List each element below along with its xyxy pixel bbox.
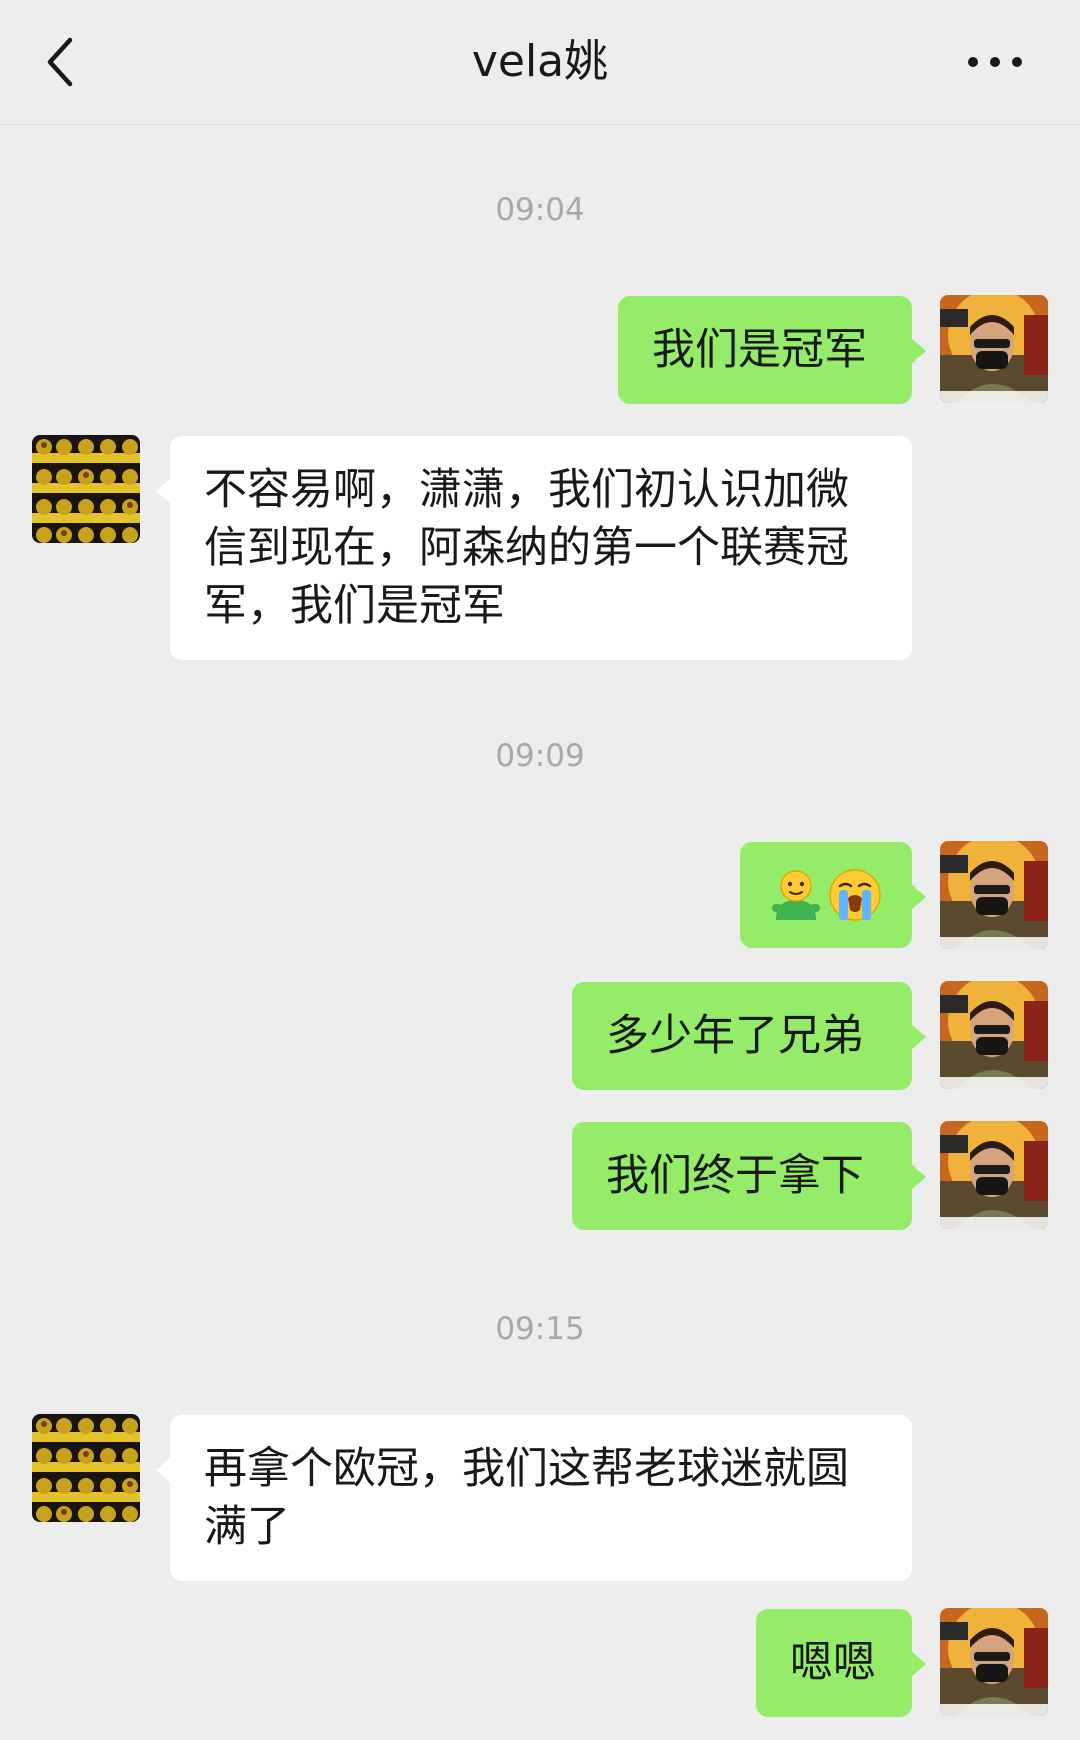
- chat-header: vela姚: [0, 0, 1080, 125]
- message-bubble-received[interactable]: 不容易啊，潇潇，我们初认识加微信到现在，阿森纳的第一个联赛冠军，我们是冠军: [156, 436, 912, 660]
- contact-avatar[interactable]: [32, 1414, 140, 1522]
- my-avatar[interactable]: [940, 295, 1048, 403]
- my-avatar[interactable]: [940, 981, 1048, 1089]
- my-avatar[interactable]: [940, 1608, 1048, 1716]
- contact-avatar[interactable]: [32, 435, 140, 543]
- message-bubble-sent[interactable]: 嗯嗯: [756, 1609, 926, 1717]
- message-bubble-sent[interactable]: 我们是冠军: [618, 296, 926, 404]
- message-bubble-sent[interactable]: 多少年了兄弟: [572, 982, 926, 1090]
- message-bubble-sent-emoji[interactable]: [740, 842, 926, 948]
- message-bubble-received[interactable]: 再拿个欧冠，我们这帮老球迷就圆满了: [156, 1415, 912, 1581]
- timestamp: 09:09: [495, 738, 585, 774]
- loudly-crying-face-emoji: [829, 869, 881, 921]
- person-emoji: [772, 870, 820, 920]
- message-bubble-sent[interactable]: 我们终于拿下: [572, 1122, 926, 1230]
- ellipsis-icon: [968, 57, 1022, 67]
- my-avatar[interactable]: [940, 1121, 1048, 1229]
- chat-title: vela姚: [471, 36, 609, 87]
- chat-screen: vela姚 09:04 我们是冠军 不容易啊，潇潇，我们初认识加微信到现在，阿森…: [0, 0, 1080, 1740]
- timestamp: 09:04: [495, 192, 585, 228]
- my-avatar[interactable]: [940, 841, 1048, 949]
- more-button[interactable]: [950, 30, 1040, 94]
- timestamp: 09:15: [495, 1311, 585, 1347]
